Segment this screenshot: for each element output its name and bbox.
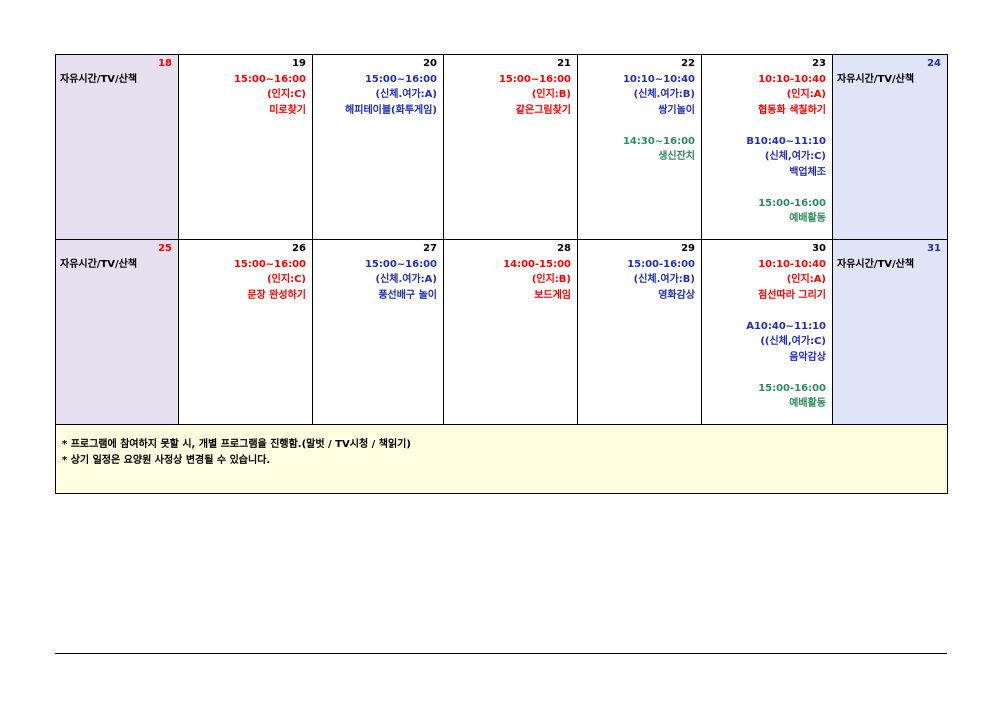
program-line: 15:00-16:00 [758, 382, 826, 394]
program-line: 10:10~10:40 [622, 73, 695, 85]
free-time-label: 자유시간/TV/산책 [837, 73, 915, 85]
day-cell-18: 18 자유시간/TV/산책 [55, 54, 179, 240]
day-cell-30: 30 10:10-10:40 (인지:A) 점선따라 그리기 A10:40~11:10 (… [701, 239, 833, 425]
program-line: (신체,여가:C) [764, 151, 826, 162]
day-number: 30 [812, 243, 826, 254]
day-cell-20: 20 15:00~16:00 (신체.여가:A) 해피테이블(화투게임) [312, 54, 444, 240]
program-line: (신체.여가:B) [633, 274, 695, 285]
day-cell-31: 31 자유시간/TV/산책 [832, 239, 948, 425]
program-line: 해피테이블(화투게임) [345, 104, 437, 116]
day-cell-28: 28 14:00-15:00 (인지:B) 보드게임 [443, 239, 578, 425]
day-number: 23 [812, 58, 826, 69]
day-number: 31 [927, 243, 941, 254]
day-cell-25: 25 자유시간/TV/산책 [55, 239, 179, 425]
free-time-label: 자유시간/TV/산책 [60, 258, 138, 270]
program-line: 미로찾기 [269, 104, 306, 116]
program-line: 15:00~16:00 [364, 258, 437, 270]
program-line: 14:30~16:00 [622, 135, 695, 147]
program-line: 10:10-10:40 [758, 73, 826, 85]
program-line: B10:40~11:10 [746, 135, 826, 147]
program-line: 예배활동 [789, 213, 826, 224]
day-cell-27: 27 15:00~16:00 (신체.여가:A) 풍선배구 놀이 [312, 239, 444, 425]
program-line: 10:10-10:40 [758, 258, 826, 270]
free-time-label: 자유시간/TV/산책 [60, 73, 138, 85]
day-number: 19 [292, 58, 306, 69]
program-line: (인지:B) [531, 274, 571, 285]
program-line: 보드게임 [534, 289, 571, 301]
program-line: 15:00~16:00 [498, 73, 571, 85]
day-number: 22 [681, 58, 695, 69]
program-line: 점선따라 그리기 [758, 289, 826, 301]
day-number: 20 [423, 58, 437, 69]
day-cell-21: 21 15:00~16:00 (인지:B) 같은그림찾기 [443, 54, 578, 240]
program-line: 15:00-16:00 [758, 197, 826, 209]
program-line: A10:40~11:10 [746, 320, 826, 332]
program-line: 15:00~16:00 [364, 73, 437, 85]
program-line: (신체.여가:B) [633, 89, 695, 100]
day-cell-22: 22 10:10~10:40 (신체.여가:B) 쌍기놀이 14:30~16:00 생신잔… [577, 54, 702, 240]
program-line: (인지:A) [786, 89, 826, 100]
program-line: 음악감상 [789, 351, 826, 363]
notes-box: * 프로그램에 참여하지 못할 시, 개별 프로그램을 진행함.(말벗 / TV… [55, 424, 948, 494]
program-line: ((신체,여가:C) [760, 336, 826, 347]
day-number: 26 [292, 243, 306, 254]
program-line: (인지:C) [267, 89, 306, 100]
day-number: 27 [423, 243, 437, 254]
program-line: (인지:B) [531, 89, 571, 100]
day-cell-19: 19 15:00~16:00 (인지:C) 미로찾기 [178, 54, 313, 240]
program-line: 문장 완성하기 [247, 289, 306, 301]
program-line: 백업체조 [789, 166, 826, 178]
program-line: (신체.여가:A) [375, 274, 437, 285]
day-cell-26: 26 15:00~16:00 (인지:C) 문장 완성하기 [178, 239, 313, 425]
program-line: 같은그림찾기 [515, 104, 571, 116]
week-row: 18 자유시간/TV/산책 19 15:00~16:00 (인지:C) 미로찾기 20 15:… [55, 54, 948, 240]
day-number: 24 [927, 58, 941, 69]
calendar-table: 18 자유시간/TV/산책 19 15:00~16:00 (인지:C) 미로찾기 20 15:… [55, 54, 948, 494]
day-number: 25 [158, 243, 172, 254]
program-line: 영화감상 [658, 289, 695, 301]
program-line: 예배활동 [789, 398, 826, 409]
day-cell-24: 24 자유시간/TV/산책 [832, 54, 948, 240]
program-line: (인지:A) [786, 274, 826, 285]
footer-rule [55, 653, 947, 654]
note-line: * 상기 일정은 요양원 사정상 변경될 수 있습니다. [62, 454, 271, 466]
day-number: 29 [681, 243, 695, 254]
week-row: 25 자유시간/TV/산책 26 15:00~16:00 (인지:C) 문장 완성하기 27… [55, 239, 948, 425]
program-line: 15:00-16:00 [627, 258, 695, 270]
program-line: 풍선배구 놀이 [378, 289, 437, 301]
program-line: 협동화 색칠하기 [758, 104, 826, 116]
note-line: * 프로그램에 참여하지 못할 시, 개별 프로그램을 진행함.(말벗 / TV… [62, 439, 411, 450]
program-line: 15:00~16:00 [233, 258, 306, 270]
day-number: 28 [557, 243, 571, 254]
program-line: 15:00~16:00 [233, 73, 306, 85]
program-line: 14:00-15:00 [503, 258, 571, 270]
day-cell-23: 23 10:10-10:40 (인지:A) 협동화 색칠하기 B10:40~11:10 (… [701, 54, 833, 240]
program-line: (신체.여가:A) [375, 89, 437, 100]
day-number: 18 [158, 58, 172, 69]
program-line: 생신잔치 [658, 151, 695, 162]
program-line: (인지:C) [267, 274, 306, 285]
program-line: 쌍기놀이 [658, 104, 695, 116]
day-cell-29: 29 15:00-16:00 (신체.여가:B) 영화감상 [577, 239, 702, 425]
free-time-label: 자유시간/TV/산책 [837, 258, 915, 270]
day-number: 21 [557, 58, 571, 69]
